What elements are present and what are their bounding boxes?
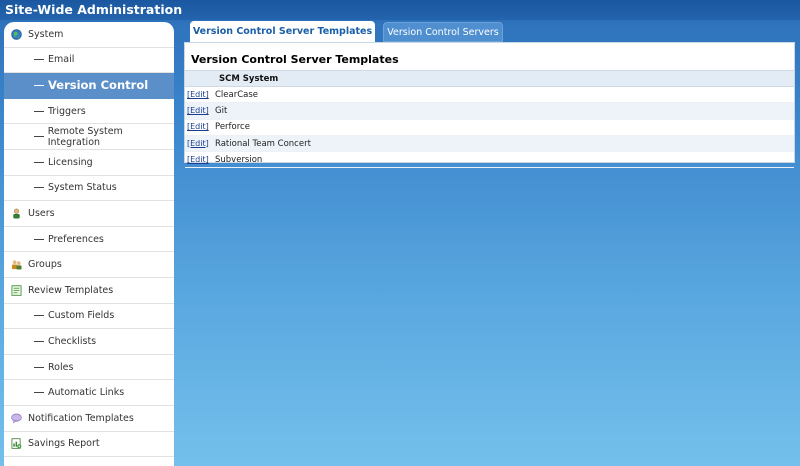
- edit-link[interactable]: [Edit]: [187, 122, 209, 131]
- sidebar-item-users[interactable]: Users: [4, 201, 174, 227]
- sidebar-item-label: Remote System Integration: [47, 125, 123, 148]
- sidebar-item-version-control[interactable]: Version Control: [4, 73, 174, 99]
- edit-cell: [Edit]: [185, 106, 213, 116]
- sidebar-item-preferences[interactable]: Preferences: [4, 227, 174, 253]
- scm-system-column-header: SCM System: [219, 73, 279, 84]
- sidebar-item-label: Checklists: [48, 335, 97, 347]
- sidebar-item-remote-system-integration[interactable]: Remote System Integration: [4, 124, 174, 150]
- sidebar-item-label: Custom Fields: [48, 310, 115, 322]
- table-body: [Edit] ClearCase [Edit] Git [Edit] Perforce [E…: [185, 87, 794, 169]
- sidebar-item-triggers[interactable]: Triggers: [4, 99, 174, 125]
- report-icon: [11, 438, 28, 450]
- user-icon: [11, 208, 28, 219]
- sidebar-item-custom-fields[interactable]: Custom Fields: [4, 304, 174, 330]
- edit-link[interactable]: [Edit]: [187, 155, 209, 164]
- scm-system-name: Rational Team Concert: [215, 138, 311, 149]
- sidebar-item-label: Notification Templates: [28, 412, 134, 424]
- tree-dash: [34, 84, 44, 86]
- sidebar-item-label: System: [28, 28, 64, 40]
- tree-dash: [34, 161, 44, 163]
- title-bar: Site-Wide Administration: [0, 0, 800, 20]
- table-row: [Edit] ClearCase: [185, 87, 794, 104]
- sidebar-item-label: Triggers: [48, 105, 86, 117]
- table-row: [Edit] Subversion: [185, 152, 794, 169]
- scm-system-name: Subversion: [215, 154, 263, 165]
- edit-cell: [Edit]: [185, 90, 213, 100]
- sidebar-item-email[interactable]: Email: [4, 48, 174, 74]
- templates-panel: Version Control Server Templates SCM Sys…: [184, 42, 795, 169]
- tab-version-control-servers[interactable]: Version Control Servers: [383, 22, 503, 42]
- edit-cell: [Edit]: [185, 122, 213, 132]
- sidebar-item-savings-report[interactable]: Savings Report: [4, 432, 174, 458]
- tree-dash: [34, 366, 44, 368]
- edit-link[interactable]: [Edit]: [187, 106, 209, 115]
- sidebar-item-label: Licensing: [48, 156, 93, 168]
- app-title: Site-Wide Administration: [5, 2, 183, 17]
- table-row: [Edit] Git: [185, 103, 794, 120]
- table-header: SCM System: [185, 70, 794, 87]
- sidebar-item-label: Groups: [28, 259, 62, 271]
- tree-dash: [34, 59, 44, 61]
- sidebar-item-label: Review Templates: [28, 284, 114, 296]
- sidebar-item-label: Users: [28, 207, 55, 219]
- table-row: [Edit] Perforce: [185, 120, 794, 136]
- tree-dash: [34, 136, 44, 138]
- sidebar-item-roles[interactable]: Roles: [4, 355, 174, 381]
- table-row: [Edit] Rational Team Concert: [185, 135, 794, 153]
- edit-link[interactable]: [Edit]: [187, 139, 209, 148]
- sidebar-item-system[interactable]: System: [4, 22, 174, 48]
- templates-table: SCM System [Edit] ClearCase [Edit] Git [Edit…: [185, 70, 794, 169]
- sidebar-item-system-status[interactable]: System Status: [4, 176, 174, 202]
- edit-link[interactable]: [Edit]: [187, 90, 209, 99]
- speech-bubble-icon: [11, 413, 28, 424]
- panel-title: Version Control Server Templates: [191, 53, 399, 66]
- tree-dash: [34, 238, 44, 240]
- tree-dash: [34, 392, 44, 394]
- scm-system-name: Perforce: [215, 122, 250, 133]
- sidebar-item-groups[interactable]: Groups: [4, 252, 174, 278]
- template-icon: [11, 285, 28, 296]
- sidebar-item-licensing[interactable]: Licensing: [4, 150, 174, 176]
- sidebar-item-label: System Status: [48, 182, 117, 194]
- sidebar-item-automatic-links[interactable]: Automatic Links: [4, 380, 174, 406]
- scm-system-name: Git: [215, 105, 228, 116]
- tree-dash: [34, 315, 44, 317]
- sidebar-item-review-templates[interactable]: Review Templates: [4, 278, 174, 304]
- edit-cell: [Edit]: [185, 155, 213, 165]
- sidebar-item-label: Automatic Links: [48, 387, 125, 399]
- tab-version-control-server-templates[interactable]: Version Control Server Templates: [190, 21, 375, 42]
- sidebar-item-label: Preferences: [48, 233, 104, 245]
- sidebar-item-label: Roles: [48, 361, 74, 373]
- sidebar-item-label: Version Control: [48, 78, 149, 93]
- sidebar-item-label: Email: [48, 54, 75, 66]
- group-icon: [11, 259, 28, 270]
- sidebar-item-checklists[interactable]: Checklists: [4, 329, 174, 355]
- globe-icon: [11, 29, 28, 40]
- tree-dash: [34, 110, 44, 112]
- sidebar-nav: System Email Version Control Triggers Remote…: [4, 22, 174, 466]
- tree-dash: [34, 187, 44, 189]
- sidebar-item-notification-templates[interactable]: Notification Templates: [4, 406, 174, 432]
- sidebar-item-label: Savings Report: [28, 438, 100, 450]
- tree-dash: [34, 340, 44, 342]
- scm-system-name: ClearCase: [215, 89, 259, 100]
- edit-cell: [Edit]: [185, 139, 213, 149]
